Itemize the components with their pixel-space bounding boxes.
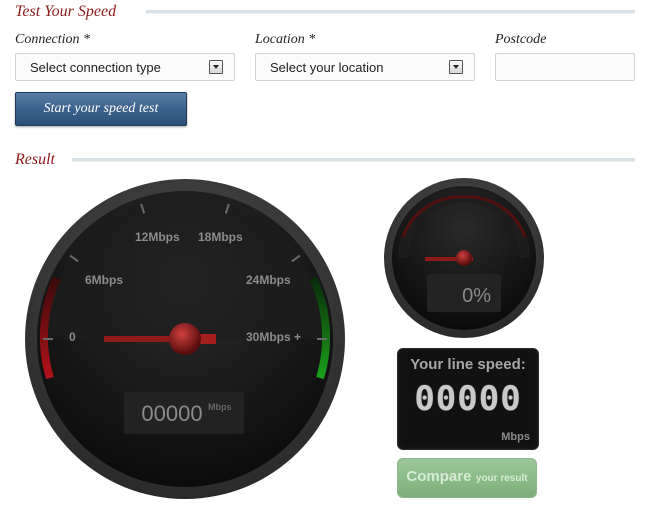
- gauge-tick-label: 12Mbps: [135, 230, 180, 244]
- line-speed-digits: 00000: [414, 379, 522, 419]
- location-label: Location *: [255, 32, 316, 47]
- start-speed-test-button[interactable]: Start your speed test: [15, 92, 187, 126]
- chevron-down-icon[interactable]: [209, 60, 223, 74]
- connection-label: Connection *: [15, 32, 91, 47]
- section-divider: [146, 10, 635, 14]
- location-select-value: Select your location: [270, 60, 384, 75]
- line-speed-unit: Mbps: [501, 431, 530, 443]
- postcode-input[interactable]: [495, 53, 635, 81]
- connection-select-value: Select connection type: [30, 60, 161, 75]
- gauge-tick-label: 6Mbps: [85, 273, 123, 287]
- line-speed-title: Your line speed:: [410, 356, 526, 373]
- gauge-readout-unit: Mbps: [208, 402, 232, 412]
- main-speed-gauge: 0 6Mbps 12Mbps 18Mbps 24Mbps 30Mbps + 00…: [25, 179, 345, 499]
- progress-gauge: 0%: [384, 178, 544, 338]
- location-select[interactable]: Select your location: [255, 53, 475, 81]
- connection-select[interactable]: Select connection type: [15, 53, 235, 81]
- gauge-tick-label: 18Mbps: [198, 230, 243, 244]
- gauge-tick-label: 30Mbps +: [246, 330, 301, 344]
- chevron-down-icon[interactable]: [449, 60, 463, 74]
- progress-readout: 0%: [462, 285, 491, 307]
- postcode-label: Postcode: [495, 32, 547, 47]
- gauge-readout: 00000: [141, 401, 202, 426]
- compare-button-sublabel: your result: [475, 473, 528, 484]
- line-speed-panel: Your line speed: 00000 Mbps: [397, 348, 539, 450]
- gauge-tick-label: 0: [69, 330, 76, 344]
- compare-button[interactable]: Compare your result: [397, 458, 537, 498]
- section-divider: [72, 158, 635, 162]
- gauge-tick-label: 24Mbps: [246, 273, 291, 287]
- test-speed-title: Test Your Speed: [15, 3, 117, 20]
- compare-button-label: Compare: [406, 468, 472, 485]
- result-title: Result: [15, 151, 55, 168]
